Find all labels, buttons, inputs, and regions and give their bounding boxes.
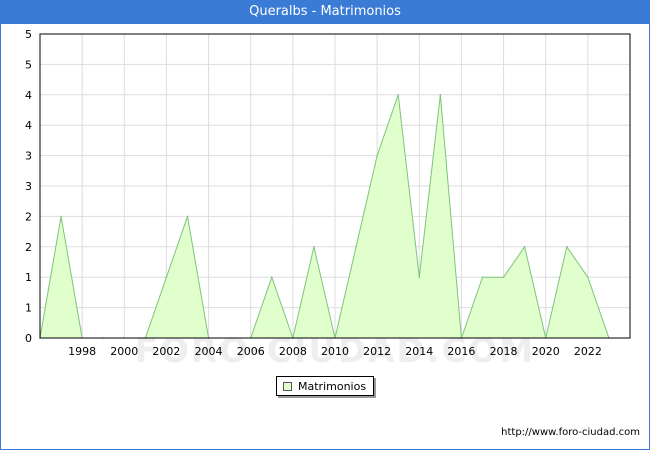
y-axis-ticks: 0 1 1 2 2 3 3 4 4 5 5 — [25, 28, 32, 345]
x-tick-label: 2006 — [237, 345, 265, 358]
x-tick-label: 2012 — [363, 345, 391, 358]
x-tick-label: 2016 — [447, 345, 475, 358]
data-point — [481, 276, 484, 279]
data-point — [523, 246, 526, 248]
x-tick-label: 2000 — [110, 345, 138, 358]
y-tick-label: 5 — [25, 28, 32, 41]
x-tick-label: 2018 — [490, 345, 518, 358]
data-point — [355, 246, 357, 248]
data-point — [270, 276, 273, 279]
y-tick-label: 5 — [25, 58, 32, 71]
legend-swatch — [283, 381, 292, 391]
x-tick-label: 2004 — [195, 345, 223, 358]
y-tick-label: 2 — [25, 210, 32, 223]
data-point — [418, 276, 421, 279]
y-tick-label: 0 — [25, 332, 32, 345]
data-point — [376, 154, 378, 157]
data-point — [397, 94, 400, 96]
data-point — [502, 276, 505, 279]
x-tick-label: 2014 — [405, 345, 433, 358]
legend: Matrimonios — [276, 376, 374, 396]
y-tick-label: 3 — [25, 180, 32, 193]
data-point — [60, 215, 62, 218]
legend-label: Matrimonios — [298, 379, 367, 393]
data-point — [313, 246, 315, 248]
y-tick-label: 2 — [25, 241, 32, 254]
x-tick-label: 2002 — [152, 345, 180, 358]
y-tick-label: 3 — [25, 150, 32, 163]
x-tick-label: 2020 — [532, 345, 560, 358]
data-point — [565, 246, 568, 248]
grid — [40, 33, 630, 339]
y-tick-label: 4 — [25, 119, 32, 132]
y-tick-label: 4 — [25, 89, 32, 102]
y-tick-label: 1 — [25, 271, 32, 284]
data-point — [587, 276, 589, 279]
x-tick-label: 2022 — [574, 345, 602, 358]
data-point — [186, 215, 189, 218]
footer-url[interactable]: http://www.foro-ciudad.com — [501, 427, 640, 438]
x-tick-label: 1998 — [68, 345, 96, 358]
x-tick-label: 2008 — [279, 345, 307, 358]
y-tick-label: 1 — [25, 302, 32, 315]
data-point — [165, 276, 168, 279]
data-point — [439, 94, 442, 96]
x-tick-label: 2010 — [321, 345, 349, 358]
